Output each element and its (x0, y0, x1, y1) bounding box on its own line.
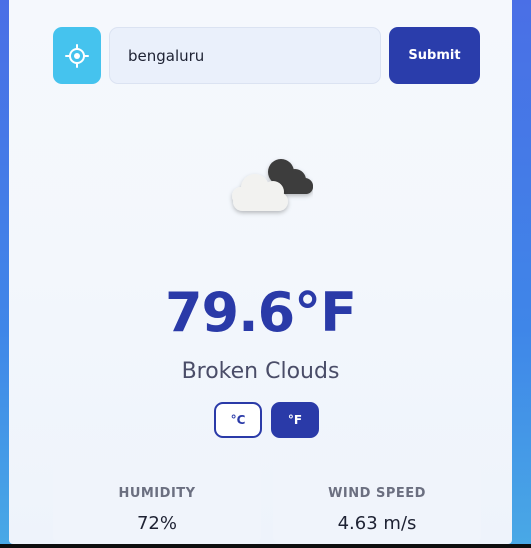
celsius-toggle-button[interactable]: °C (214, 402, 262, 438)
crosshair-location-icon (65, 43, 89, 68)
humidity-value: 72% (136, 513, 177, 534)
temperature-value: 79.6°F (164, 281, 357, 344)
broken-clouds-icon (232, 159, 313, 211)
wind-speed-panel: WIND SPEED 4.63 m/s (273, 462, 481, 544)
weather-card: Submit 79.6°F Broken Clouds °C °F HUMIDI… (9, 0, 512, 544)
wind-speed-label: WIND SPEED (328, 486, 426, 501)
humidity-panel: HUMIDITY 72% (53, 462, 261, 544)
fahrenheit-toggle-button[interactable]: °F (271, 402, 319, 438)
city-search-input[interactable] (109, 27, 381, 84)
wind-speed-value: 4.63 m/s (337, 513, 417, 534)
bottom-edge (0, 544, 531, 548)
humidity-label: HUMIDITY (118, 486, 196, 501)
current-location-button[interactable] (53, 27, 101, 84)
weather-description: Broken Clouds (181, 359, 340, 384)
submit-button[interactable]: Submit (389, 27, 480, 84)
